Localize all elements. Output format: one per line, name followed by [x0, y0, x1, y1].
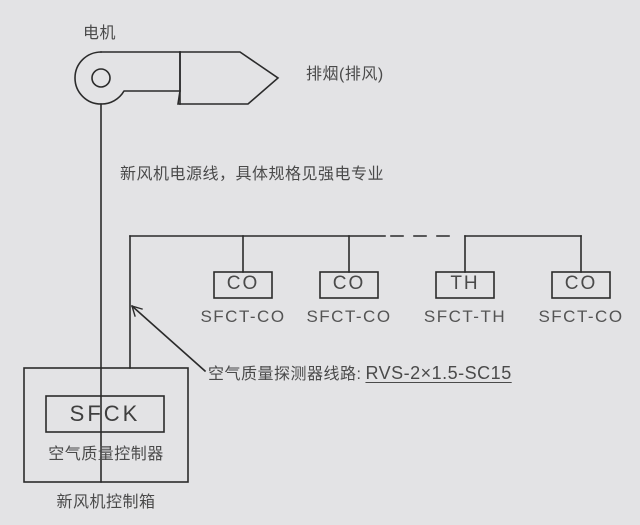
- controller-unit-name: 空气质量控制器: [48, 446, 164, 463]
- sensor-box-code-2: CO: [332, 273, 366, 294]
- exhaust-duct-shape: [177, 51, 280, 105]
- air-quality-control-diagram: 电机 排烟(排风) 新风机电源线，具体规格见强电专业 CO CO TH CO S…: [0, 0, 640, 525]
- sensor-tag-4: SFCT-CO: [538, 307, 624, 326]
- sensor-box-code-1: CO: [226, 273, 260, 294]
- motor-label: 电机: [83, 25, 117, 42]
- sensor-tag-3: SFCT-TH: [423, 307, 507, 326]
- sensor-box-code-3: TH: [450, 273, 480, 294]
- sensor-tag-2: SFCT-CO: [306, 307, 392, 326]
- sensor-cable-note: 空气质量探测器线路: RVS-2×1.5-SC15: [208, 360, 512, 384]
- fan-housing-circle: [74, 51, 181, 105]
- sensor-cable-note-prefix: 空气质量探测器线路:: [208, 366, 362, 383]
- sensor-cable-spec: RVS-2×1.5-SC15: [365, 363, 512, 383]
- sensor-box-code-4: CO: [564, 273, 598, 294]
- control-cabinet-label: 新风机控制箱: [56, 494, 156, 511]
- sensor-tag-1: SFCT-CO: [200, 307, 286, 326]
- exhaust-label: 排烟(排风): [306, 66, 384, 83]
- power-line-note: 新风机电源线，具体规格见强电专业: [120, 166, 385, 183]
- sfck-unit-code: SFCK: [69, 401, 141, 426]
- motor-shaft-circle: [91, 68, 111, 88]
